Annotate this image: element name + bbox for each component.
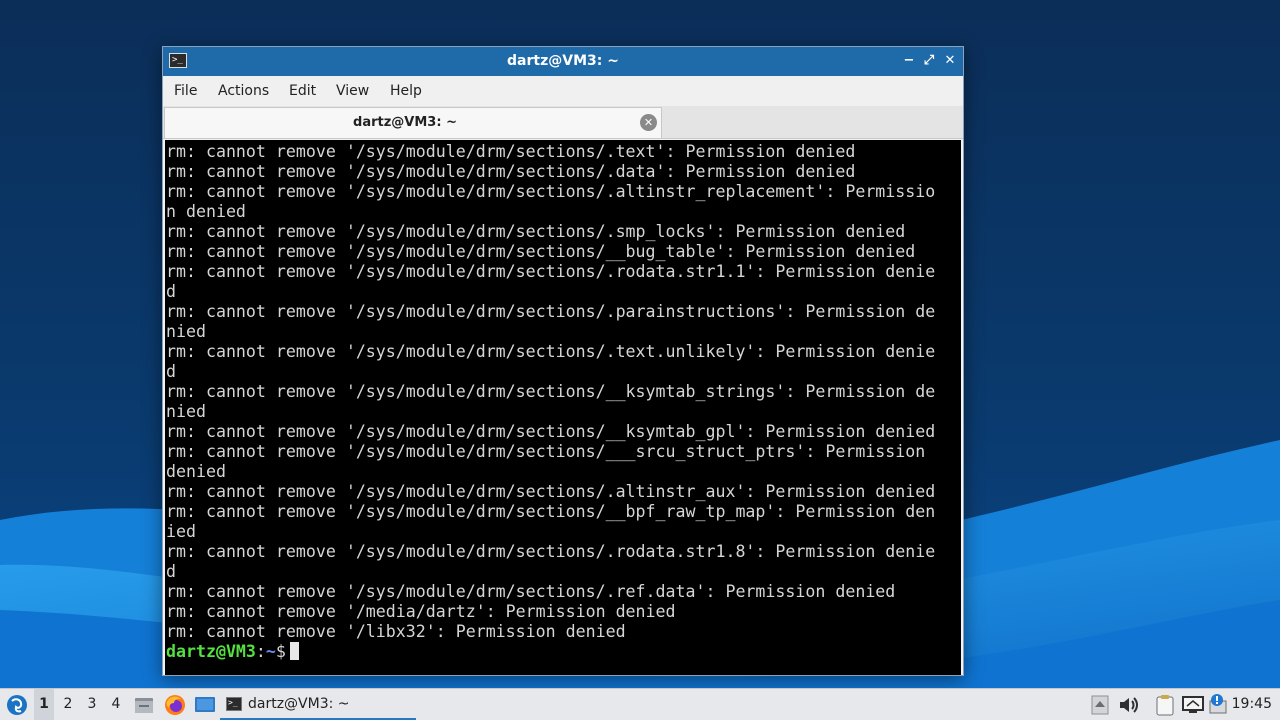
menu-file[interactable]: File (174, 76, 197, 106)
terminal-line: rm: cannot remove '/sys/module/drm/secti… (166, 242, 916, 261)
prompt-symbol: $ (275, 642, 286, 661)
terminal-line: d (166, 562, 176, 581)
terminal-line: rm: cannot remove '/media/dartz': Permis… (166, 602, 676, 621)
menu-bar: File Actions Edit View Help (163, 76, 963, 106)
taskbar-terminal-button[interactable]: >_ dartz@VM3: ~ (220, 689, 416, 720)
maximize-button[interactable]: ⤢ (920, 52, 938, 70)
firefox-icon[interactable] (164, 694, 186, 716)
terminal-line: rm: cannot remove '/sys/module/drm/secti… (166, 502, 936, 521)
terminal-line: denied (166, 462, 226, 481)
prompt-colon: : (255, 642, 266, 661)
window-titlebar[interactable]: >_ dartz@VM3: ~ − ⤢ ✕ (163, 47, 963, 76)
menu-help[interactable]: Help (390, 76, 422, 106)
terminal-line: rm: cannot remove '/sys/module/drm/secti… (166, 182, 936, 201)
tab-terminal[interactable]: dartz@VM3: ~ ✕ (164, 107, 662, 138)
terminal-line: rm: cannot remove '/sys/module/drm/secti… (166, 422, 936, 441)
terminal-line: nied (166, 322, 206, 341)
clock[interactable]: 19:45 (1232, 689, 1272, 720)
network-icon[interactable] (1182, 695, 1204, 715)
tab-close-icon[interactable]: ✕ (640, 114, 657, 131)
desktop-icon[interactable] (194, 695, 216, 715)
terminal-output: rm: cannot remove '/sys/module/drm/secti… (166, 142, 935, 642)
terminal-line: rm: cannot remove '/sys/module/drm/secti… (166, 582, 896, 601)
terminal-icon: >_ (226, 697, 242, 711)
text-cursor (289, 642, 299, 660)
terminal-line: nied (166, 402, 206, 421)
clipboard-icon[interactable] (1155, 694, 1175, 716)
terminal-line: rm: cannot remove '/sys/module/drm/secti… (166, 382, 936, 401)
tab-label: dartz@VM3: ~ (353, 115, 457, 130)
workspace-4[interactable]: 4 (106, 689, 126, 720)
menu-actions[interactable]: Actions (218, 76, 269, 106)
terminal-line: rm: cannot remove '/sys/module/drm/secti… (166, 442, 926, 461)
prompt-user: dartz@VM3 (166, 642, 256, 661)
terminal-window[interactable]: >_ dartz@VM3: ~ − ⤢ ✕ File Actions Edit … (162, 46, 964, 676)
start-menu-icon[interactable] (6, 694, 28, 716)
tray-up-icon[interactable] (1091, 695, 1109, 715)
close-button[interactable]: ✕ (941, 52, 959, 70)
menu-view[interactable]: View (336, 76, 369, 106)
terminal-line: d (166, 282, 176, 301)
terminal-line: rm: cannot remove '/sys/module/drm/secti… (166, 222, 906, 241)
menu-edit[interactable]: Edit (289, 76, 316, 106)
prompt-path: ~ (265, 642, 276, 661)
workspace-2[interactable]: 2 (58, 689, 78, 720)
terminal-line: d (166, 362, 176, 381)
terminal-line: rm: cannot remove '/sys/module/drm/secti… (166, 302, 936, 321)
shell-prompt: dartz@VM3:~$ (166, 642, 299, 662)
volume-icon[interactable] (1118, 695, 1140, 715)
terminal-line: rm: cannot remove '/sys/module/drm/secti… (166, 342, 936, 361)
terminal-line: rm: cannot remove '/sys/module/drm/secti… (166, 542, 936, 561)
window-title: dartz@VM3: ~ (507, 53, 619, 69)
terminal-line: rm: cannot remove '/libx32': Permission … (166, 622, 626, 641)
terminal-output-area[interactable]: rm: cannot remove '/sys/module/drm/secti… (165, 140, 961, 675)
task-label: dartz@VM3: ~ (248, 696, 350, 712)
minimize-button[interactable]: − (900, 52, 918, 70)
workspace-3[interactable]: 3 (82, 689, 102, 720)
terminal-line: n denied (166, 202, 246, 221)
workspace-1[interactable]: 1 (34, 689, 54, 720)
tab-bar: dartz@VM3: ~ ✕ (163, 106, 963, 139)
terminal-line: rm: cannot remove '/sys/module/drm/secti… (166, 262, 936, 281)
taskbar: 1 2 3 4 >_ dartz@VM3: ~ 19:45 (0, 688, 1280, 720)
file-manager-icon[interactable] (134, 695, 154, 715)
terminal-line: rm: cannot remove '/sys/module/drm/secti… (166, 162, 856, 181)
terminal-line: rm: cannot remove '/sys/module/drm/secti… (166, 142, 856, 161)
terminal-line: ied (166, 522, 196, 541)
terminal-line: rm: cannot remove '/sys/module/drm/secti… (166, 482, 936, 501)
notification-icon[interactable] (1208, 693, 1230, 717)
